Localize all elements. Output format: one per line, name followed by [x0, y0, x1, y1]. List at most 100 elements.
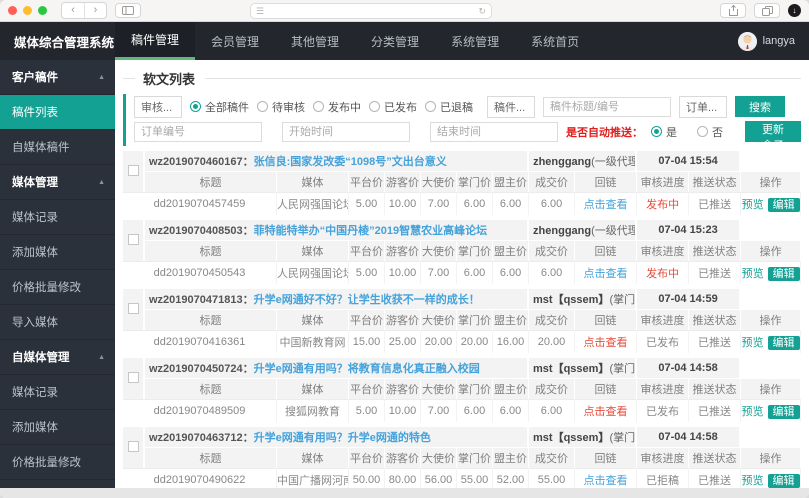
- row-checkbox[interactable]: [127, 164, 139, 176]
- preview-link[interactable]: 预览: [742, 199, 764, 211]
- edit-button[interactable]: 编辑: [767, 198, 800, 212]
- col-deal-price: 成交价: [529, 240, 576, 261]
- radio-all-articles[interactable]: 全部稿件: [190, 99, 249, 115]
- start-time-input[interactable]: [282, 121, 410, 142]
- media-name: 中国新教育网: [277, 330, 349, 353]
- sidebar-group-client-articles[interactable]: 客户稿件 ▲: [0, 60, 115, 95]
- radio-auto-push-no[interactable]: 否: [697, 124, 723, 140]
- edit-button[interactable]: 编辑: [767, 267, 800, 281]
- group-header-row: wz2019070450724：升学e网通有用吗？将教育信息化真正融入校园 ms…: [123, 358, 802, 399]
- update-box-status-button[interactable]: 更新盒子状态: [745, 121, 801, 168]
- close-icon[interactable]: [8, 6, 17, 15]
- reload-icon[interactable]: ↻: [478, 6, 486, 17]
- sidebar-group-selfmedia-mgmt[interactable]: 自媒体管理 ▲: [0, 340, 115, 375]
- row-checkbox[interactable]: [127, 440, 139, 452]
- radio-pending-review[interactable]: 待审核: [257, 99, 305, 115]
- reader-icon[interactable]: ☰: [256, 6, 264, 17]
- deal-price: 6.00: [529, 192, 576, 215]
- minimize-icon[interactable]: [23, 6, 32, 15]
- platform-price: 50.00: [349, 468, 385, 488]
- sidebar-item-import-media-2[interactable]: 导入媒体: [0, 480, 115, 488]
- sidebar-item-bulk-price-edit[interactable]: 价格批量修改: [0, 270, 115, 305]
- sidebar-group-media-mgmt[interactable]: 媒体管理 ▲: [0, 165, 115, 200]
- article-title-link[interactable]: 菲特能特举办“中国丹棱”2019智慧农业高峰论坛: [254, 225, 487, 237]
- radio-auto-push-yes[interactable]: 是: [651, 124, 677, 140]
- order-number-input[interactable]: [134, 121, 262, 142]
- maximize-icon[interactable]: [38, 6, 47, 15]
- nav-item-home[interactable]: 系统首页: [515, 22, 595, 60]
- col-ambassador-price: 大使价: [421, 171, 457, 192]
- edit-button[interactable]: 编辑: [767, 336, 800, 350]
- sidebar-item-bulk-price-edit-2[interactable]: 价格批量修改: [0, 445, 115, 480]
- edit-button[interactable]: 编辑: [767, 405, 800, 419]
- sidebar-item-add-media[interactable]: 添加媒体: [0, 235, 115, 270]
- end-time-input[interactable]: [430, 121, 558, 142]
- article-title-link[interactable]: 张信良:国家发改委“1098号”文出台意义: [254, 156, 447, 168]
- edit-button[interactable]: 编辑: [767, 474, 800, 488]
- back-icon[interactable]: ‹: [62, 3, 84, 18]
- sidebar-icon[interactable]: [115, 3, 141, 18]
- order-id: dd2019070416361: [123, 330, 277, 353]
- row-checkbox[interactable]: [127, 302, 139, 314]
- article-list: wz2019070460167：张信良:国家发改委“1098号”文出台意义 zh…: [123, 151, 802, 488]
- backlink-view[interactable]: 点击查看: [584, 337, 628, 349]
- col-media: 媒体: [277, 309, 349, 330]
- sidebar-item-article-list[interactable]: 稿件列表: [0, 95, 115, 130]
- sidebar-item-selfmedia-articles[interactable]: 自媒体稿件: [0, 130, 115, 165]
- article-title-link[interactable]: 升学e网通好不好？让学生收获不一样的成长！: [254, 294, 480, 306]
- sidebar-item-media-records[interactable]: 媒体记录: [0, 200, 115, 235]
- master-price: 20.00: [457, 330, 493, 353]
- col-master-price: 掌门价: [457, 447, 493, 468]
- backlink-view[interactable]: 点击查看: [584, 268, 628, 280]
- radio-icon: [190, 101, 201, 112]
- radio-publishing[interactable]: 发布中: [313, 99, 361, 115]
- user-menu[interactable]: langya: [737, 22, 809, 60]
- column-header-row: 标题 媒体 平台价 游客价 大使价 掌门价 盟主价 成交价 回链 审核进度 推送…: [123, 240, 802, 261]
- sidebar-item-add-media-2[interactable]: 添加媒体: [0, 410, 115, 445]
- tabs-icon[interactable]: [754, 3, 780, 18]
- nav-item-category[interactable]: 分类管理: [355, 22, 435, 60]
- article-id: wz2019070460167: [149, 156, 243, 168]
- article-title-input[interactable]: [543, 96, 671, 117]
- preview-link[interactable]: 预览: [742, 337, 764, 349]
- nav-item-system[interactable]: 系统管理: [435, 22, 515, 60]
- forward-icon[interactable]: ›: [84, 3, 106, 18]
- group-header-row: wz2019070471813：升学e网通好不好？让学生收获不一样的成长！ ms…: [123, 289, 802, 330]
- preview-link[interactable]: 预览: [742, 406, 764, 418]
- sidebar-item-import-media[interactable]: 导入媒体: [0, 305, 115, 340]
- col-title: 标题: [145, 240, 277, 261]
- col-platform-price: 平台价: [349, 447, 385, 468]
- nav-item-other[interactable]: 其他管理: [275, 22, 355, 60]
- radio-rejected[interactable]: 已退稿: [425, 99, 473, 115]
- backlink-view[interactable]: 点击查看: [584, 406, 628, 418]
- download-icon[interactable]: ↓: [788, 4, 801, 17]
- share-icon[interactable]: [720, 3, 746, 18]
- article-title-link[interactable]: 升学e网通有用吗？将教育信息化真正融入校园: [254, 363, 480, 375]
- nav-item-manuscript[interactable]: 稿件管理: [115, 22, 196, 60]
- article-filter-select[interactable]: 稿件...: [487, 95, 535, 118]
- row-checkbox[interactable]: [127, 233, 139, 245]
- preview-link[interactable]: 预览: [742, 475, 764, 487]
- order-filter-select[interactable]: 订单...: [679, 95, 727, 118]
- backlink-view[interactable]: 点击查看: [584, 475, 628, 487]
- address-bar[interactable]: ☰ ↻: [250, 3, 492, 19]
- preview-link[interactable]: 预览: [742, 268, 764, 280]
- review-progress: 已发布: [646, 406, 680, 418]
- sidebar-item-media-records-2[interactable]: 媒体记录: [0, 375, 115, 410]
- main-menu: 稿件管理 会员管理 其他管理 分类管理 系统管理 系统首页: [115, 22, 595, 60]
- col-review-progress: 审核进度: [637, 447, 690, 468]
- backlink-view[interactable]: 点击查看: [584, 199, 628, 211]
- nav-item-members[interactable]: 会员管理: [195, 22, 275, 60]
- ambassador-price: 7.00: [421, 399, 457, 422]
- radio-published[interactable]: 已发布: [369, 99, 417, 115]
- search-button[interactable]: 搜索: [735, 96, 785, 117]
- row-checkbox[interactable]: [127, 371, 139, 383]
- master-price: 55.00: [457, 468, 493, 488]
- deal-price: 20.00: [529, 330, 576, 353]
- platform-price: 5.00: [349, 192, 385, 215]
- article-title-link[interactable]: 升学e网通有用吗？升学e网通的特色: [254, 432, 431, 444]
- username: langya: [762, 35, 795, 47]
- review-progress: 已发布: [646, 337, 680, 349]
- review-status-select[interactable]: 审核...: [134, 95, 182, 118]
- deal-price: 6.00: [529, 261, 576, 284]
